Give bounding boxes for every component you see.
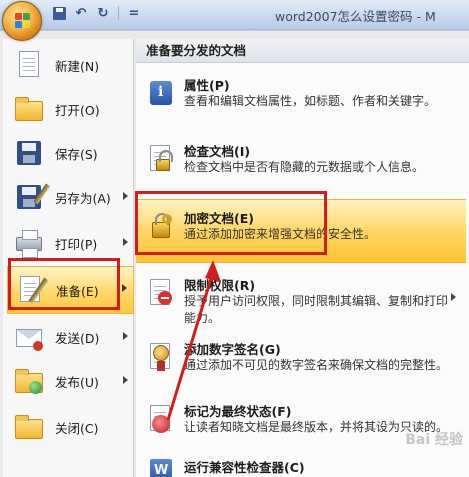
undo-icon: ↶ bbox=[75, 5, 87, 21]
menu-item-label: 保存(S) bbox=[55, 146, 98, 162]
window-title: word2007怎么设置密码 - M bbox=[275, 9, 436, 24]
office-menu-commands: 新建(N) 打开(O) 保存(S) 另存为(A) 打印(P) 准备(E) 发送(… bbox=[3, 39, 134, 477]
quick-access-toolbar: ↶ ↻ = bbox=[50, 4, 143, 22]
menu-item-label: 准备(E) bbox=[56, 283, 99, 299]
menu-item-save[interactable]: 保存(S) bbox=[7, 131, 134, 175]
submenu-item-restrict[interactable]: 限制权限(R) 授予用户访问权限，同时限制其编辑、复制和打印能力。 bbox=[136, 267, 466, 329]
submenu-item-desc: 通过添加不可见的数字签名来确保文档的完整性。 bbox=[184, 358, 449, 372]
submenu-item-title: 添加数字签名(G) bbox=[184, 342, 281, 357]
submenu-arrow-icon bbox=[123, 192, 128, 200]
prepare-submenu: 准备要分发的文档 属性(P) 查看和编辑文档属性，如标题、作者和关键字。 检查文… bbox=[136, 39, 469, 477]
submenu-item-properties[interactable]: 属性(P) 查看和编辑文档属性，如标题、作者和关键字。 bbox=[136, 67, 466, 129]
office-button[interactable] bbox=[2, 1, 42, 41]
menu-item-prepare[interactable]: 准备(E) bbox=[7, 266, 134, 314]
submenu-arrow-icon bbox=[451, 293, 456, 301]
menu-item-label: 新建(N) bbox=[55, 58, 100, 74]
qat-save-button[interactable] bbox=[50, 4, 68, 22]
customize-icon: = bbox=[128, 5, 140, 21]
menu-item-label: 另存为(A) bbox=[55, 190, 111, 206]
submenu-arrow-icon bbox=[123, 376, 128, 384]
submenu-header: 准备要分发的文档 bbox=[136, 39, 469, 63]
menu-item-label: 发送(D) bbox=[55, 330, 100, 346]
qat-customize-button[interactable]: = bbox=[125, 4, 143, 22]
submenu-item-title: 加密文档(E) bbox=[184, 211, 254, 226]
submenu-item-title: 运行兼容性检查器(C) bbox=[184, 460, 305, 475]
save-as-icon bbox=[13, 181, 51, 213]
submenu-arrow-icon bbox=[123, 238, 128, 246]
compatibility-checker-icon bbox=[144, 455, 176, 477]
properties-info-icon bbox=[144, 77, 176, 109]
publish-icon bbox=[13, 365, 45, 397]
watermark: Bai 经验 bbox=[405, 432, 463, 448]
submenu-item-signature[interactable]: 添加数字签名(G) 通过添加不可见的数字签名来确保文档的完整性。 bbox=[136, 331, 466, 393]
send-envelope-icon bbox=[13, 321, 45, 353]
submenu-item-inspect[interactable]: 检查文档(I) 检查文档中是否有隐藏的元数据或个人信息。 bbox=[136, 133, 466, 195]
restrict-permission-icon bbox=[144, 277, 176, 309]
qat-separator bbox=[118, 6, 119, 20]
mark-final-icon bbox=[144, 403, 176, 435]
qat-undo-button[interactable]: ↶ bbox=[72, 4, 90, 22]
menu-item-open[interactable]: 打开(O) bbox=[7, 87, 134, 131]
menu-item-new[interactable]: 新建(N) bbox=[7, 43, 134, 87]
submenu-item-compatibility[interactable]: 运行兼容性检查器(C) bbox=[136, 453, 466, 477]
open-folder-icon bbox=[13, 93, 45, 125]
submenu-item-title: 标记为最终状态(F) bbox=[184, 404, 292, 419]
submenu-item-encrypt[interactable]: 加密文档(E) 通过添加加密来增强文档的安全性。 bbox=[136, 199, 466, 263]
new-document-icon bbox=[13, 49, 45, 81]
menu-item-label: 打开(O) bbox=[55, 102, 100, 118]
submenu-item-title: 限制权限(R) bbox=[184, 278, 256, 293]
submenu-item-desc: 检查文档中是否有隐藏的元数据或个人信息。 bbox=[184, 160, 425, 174]
close-folder-icon bbox=[13, 411, 45, 443]
submenu-arrow-icon bbox=[123, 332, 128, 340]
submenu-arrow-icon bbox=[122, 284, 127, 292]
prepare-pen-icon bbox=[14, 274, 49, 306]
menu-item-label: 发布(U) bbox=[55, 374, 99, 390]
inspect-document-icon bbox=[144, 143, 176, 175]
save-disk-icon bbox=[13, 137, 45, 169]
submenu-item-desc: 查看和编辑文档属性，如标题、作者和关键字。 bbox=[184, 94, 437, 108]
submenu-item-title: 检查文档(I) bbox=[184, 144, 251, 159]
printer-icon bbox=[13, 227, 45, 259]
qat-redo-button[interactable]: ↻ bbox=[94, 4, 112, 22]
encrypt-lock-icon bbox=[144, 210, 176, 242]
redo-icon: ↻ bbox=[97, 5, 109, 21]
menu-item-label: 关闭(C) bbox=[55, 420, 99, 436]
submenu-item-title: 属性(P) bbox=[184, 78, 230, 93]
submenu-item-desc: 授予用户访问权限，同时限制其编辑、复制和打印能力。 bbox=[184, 294, 449, 325]
office-logo-icon bbox=[15, 13, 31, 29]
menu-item-print[interactable]: 打印(P) bbox=[7, 221, 134, 265]
save-icon bbox=[52, 6, 66, 20]
menu-item-close[interactable]: 关闭(C) bbox=[7, 405, 134, 449]
menu-item-save-as[interactable]: 另存为(A) bbox=[7, 175, 134, 219]
title-bar: ↶ ↻ = word2007怎么设置密码 - M bbox=[0, 0, 469, 41]
digital-signature-icon bbox=[144, 341, 176, 373]
menu-item-send[interactable]: 发送(D) bbox=[7, 315, 134, 359]
menu-item-publish[interactable]: 发布(U) bbox=[7, 359, 134, 403]
submenu-item-desc: 通过添加加密来增强文档的安全性。 bbox=[184, 227, 377, 241]
menu-item-label: 打印(P) bbox=[55, 236, 98, 252]
office-menu: 新建(N) 打开(O) 保存(S) 另存为(A) 打印(P) 准备(E) 发送(… bbox=[0, 30, 469, 477]
